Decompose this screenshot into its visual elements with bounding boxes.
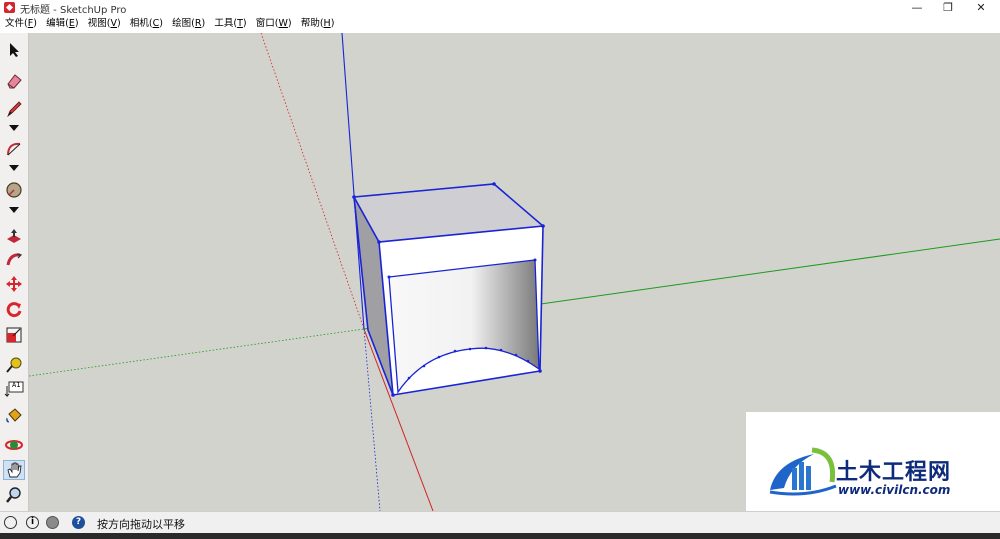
eraser-icon [7, 74, 22, 89]
pan-hand-icon [7, 462, 22, 478]
rotate-tool-button[interactable] [3, 299, 25, 319]
menu-file[interactable]: 文件(F) [5, 16, 37, 32]
instructor-help-icon[interactable]: ? [72, 516, 85, 529]
green-axis-dotted [29, 328, 365, 377]
menu-bar: 文件(F) 编辑(E) 视图(V) 相机(C) 绘图(R) 工具(T) 窗口(W… [0, 16, 1000, 32]
menu-view[interactable]: 视图(V) [88, 16, 121, 32]
tape-measure-icon [6, 357, 22, 373]
push-pull-tool-button[interactable] [3, 226, 25, 246]
dropdown-triangle-icon [9, 165, 19, 171]
scale-icon [6, 327, 22, 343]
menu-edit[interactable]: 编辑(E) [46, 16, 78, 32]
user-account-icon[interactable] [46, 516, 59, 529]
paint-bucket-icon [6, 408, 22, 423]
status-message: 按方向拖动以平移 [97, 518, 185, 531]
window-title: 无标题 - SketchUp Pro [20, 5, 127, 16]
follow-me-tool-button[interactable] [3, 250, 25, 270]
credits-info-icon[interactable]: i [26, 516, 39, 529]
shape-tool-button[interactable] [3, 180, 25, 200]
menu-help[interactable]: 帮助(H) [301, 16, 335, 32]
arc-icon [7, 142, 21, 156]
close-button[interactable]: ✕ [966, 0, 996, 16]
eraser-tool-button[interactable] [3, 71, 25, 91]
dropdown-triangle-icon [9, 125, 19, 131]
minimize-button[interactable]: — [902, 0, 932, 16]
blue-axis [341, 33, 365, 330]
follow-me-icon [6, 253, 23, 266]
move-icon [6, 276, 22, 292]
orbit-tool-button[interactable] [3, 435, 25, 455]
scale-tool-button[interactable] [3, 325, 25, 345]
tools-toolbar: A1 [0, 33, 29, 511]
pan-tool-button[interactable] [3, 460, 25, 480]
paint-bucket-tool-button[interactable] [3, 405, 25, 425]
tape-measure-tool-button[interactable] [3, 355, 25, 375]
title-bar: 无标题 - SketchUp Pro — ❐ ✕ [0, 0, 1000, 16]
select-arrow-icon [10, 43, 19, 57]
text-tool-button[interactable]: A1 [3, 379, 25, 399]
watermark-url: www.civilcn.com [838, 483, 951, 497]
restore-button[interactable]: ❐ [933, 0, 963, 16]
menu-camera[interactable]: 相机(C) [130, 16, 163, 32]
menu-tools[interactable]: 工具(T) [214, 16, 246, 32]
sketchup-logo-icon [4, 2, 15, 13]
status-bar: i ? 按方向拖动以平移 [0, 511, 1000, 534]
line-tools-dropdown[interactable] [3, 123, 25, 133]
zoom-tool-button[interactable] [3, 485, 25, 505]
menu-window[interactable]: 窗口(W) [256, 16, 292, 32]
select-tool-button[interactable] [3, 40, 25, 60]
red-axis-dotted [260, 33, 365, 330]
dropdown-triangle-icon [9, 207, 19, 213]
civilcn-watermark: 土木工程网 www.civilcn.com [746, 412, 1000, 511]
magnifier-icon [6, 487, 21, 503]
push-pull-icon [7, 229, 21, 243]
watermark-title: 土木工程网 [836, 460, 952, 485]
taskbar-strip [0, 533, 1000, 539]
menu-draw[interactable]: 绘图(R) [172, 16, 205, 32]
pencil-icon [7, 101, 22, 118]
text-tool-label: A1 [12, 381, 21, 389]
line-tool-button[interactable] [3, 99, 25, 119]
civilcn-logo-icon [769, 447, 837, 496]
rotate-icon [6, 302, 22, 318]
arc-tool-button[interactable] [3, 139, 25, 159]
move-tool-button[interactable] [3, 274, 25, 294]
circle-shape-icon [6, 182, 22, 198]
arc-tools-dropdown[interactable] [3, 163, 25, 173]
orbit-icon [5, 440, 23, 450]
geo-location-icon[interactable] [4, 516, 17, 529]
shape-tools-dropdown[interactable] [3, 205, 25, 215]
